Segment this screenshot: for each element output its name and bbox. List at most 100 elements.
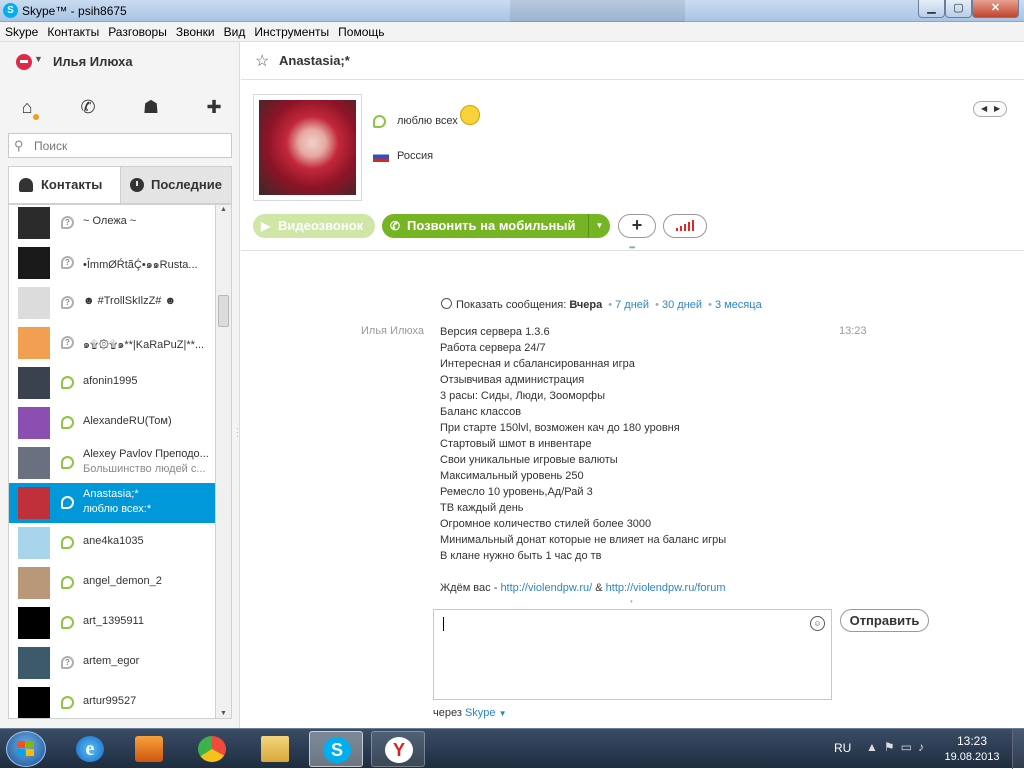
message-time: 13:23 <box>839 325 867 337</box>
contact-list-item[interactable]: ? ☻ #TrollSkIlzZ# ☻ <box>9 283 215 323</box>
favorite-star-icon[interactable]: ☆ <box>255 51 269 71</box>
avatar <box>18 487 50 519</box>
call-quality-button[interactable] <box>663 214 707 238</box>
menu-help[interactable]: Помощь <box>334 22 388 42</box>
profile-nav-arrows[interactable]: ◀ ▶ <box>973 101 1007 117</box>
search-box[interactable]: ⚲ <box>8 133 232 158</box>
clock-time[interactable]: 13:23 <box>940 734 1004 748</box>
menu-skype[interactable]: Skype <box>1 22 42 42</box>
send-via-selector[interactable]: через Skype ▼ <box>433 707 507 719</box>
chevron-down-icon[interactable]: ▼ <box>499 709 507 718</box>
contact-name: afonin1995 <box>83 375 138 387</box>
contact-list-item[interactable]: Anastasia;* люблю всех:* <box>9 483 215 523</box>
contact-list-scrollbar[interactable]: ▲ ▼ <box>216 204 232 719</box>
online-status-icon <box>61 376 74 389</box>
contact-list-item[interactable]: AlexandeRU(Том) <box>9 403 215 443</box>
contact-list-item[interactable]: ? ๑۩۞۩๑**|KaRaPuZ|**... <box>9 323 215 363</box>
avatar <box>18 247 50 279</box>
scroll-down-icon[interactable]: ▼ <box>216 710 231 717</box>
video-call-button[interactable]: ▶ Видеозвонок <box>253 214 375 238</box>
tray-icons[interactable]: ▲⚑▭♪ <box>866 740 930 754</box>
language-indicator[interactable]: RU <box>834 741 851 755</box>
history-30-days-link[interactable]: 30 дней <box>662 299 702 311</box>
taskbar-ie[interactable]: e <box>63 731 117 767</box>
add-button[interactable]: + <box>618 214 656 238</box>
via-value[interactable]: Skype <box>465 707 496 719</box>
menu-contacts[interactable]: Контакты <box>43 22 103 42</box>
text-cursor <box>443 617 444 631</box>
title-bar[interactable]: S Skype™ - psih8675 ▁ ▢ ✕ <box>0 0 1024 22</box>
input-resize-handle[interactable]: • <box>630 597 633 606</box>
plus-icon: + <box>631 215 643 235</box>
forum-link[interactable]: http://violendpw.ru/forum <box>606 582 726 594</box>
panel-splitter[interactable]: · · · <box>236 425 239 441</box>
minimize-button[interactable]: ▁ <box>918 0 945 18</box>
message-line: Ремесло 10 уровень,Ад/Рай 3 <box>440 486 593 498</box>
contact-list-item[interactable]: ? ~ Олежа ~ <box>9 205 215 243</box>
unknown-status-icon: ? <box>61 336 74 349</box>
contact-name: AlexandeRU(Том) <box>83 415 172 427</box>
windows-taskbar: e S Y RU ▲⚑▭♪ 13:23 19.08.2013 <box>0 728 1024 769</box>
contact-list-item[interactable]: ane4ka1035 <box>9 523 215 563</box>
taskbar-skype[interactable]: S <box>309 731 363 767</box>
group-icon[interactable]: ☗ <box>139 96 163 118</box>
tab-contacts[interactable]: Контакты <box>9 167 120 203</box>
unknown-status-icon: ? <box>61 296 74 309</box>
menu-conversations[interactable]: Разговоры <box>104 22 171 42</box>
taskbar-explorer[interactable] <box>248 731 302 767</box>
add-contact-icon[interactable]: ✚ <box>202 96 226 118</box>
conversation-header: ☆ Anastasia;* <box>241 42 1024 80</box>
windows-logo-icon <box>17 741 35 757</box>
taskbar-browser[interactable] <box>185 731 239 767</box>
message-line-links: Ждём вас - http://violendpw.ru/ & http:/… <box>440 580 840 596</box>
send-button[interactable]: Отправить <box>840 609 929 632</box>
scroll-up-icon[interactable]: ▲ <box>216 206 231 213</box>
history-3-months-link[interactable]: 3 месяца <box>715 299 762 311</box>
phone-icon[interactable]: ✆ <box>76 96 100 118</box>
message-input[interactable]: ☺ <box>433 609 832 700</box>
contact-list-item[interactable]: angel_demon_2 <box>9 563 215 603</box>
maximize-button[interactable]: ▢ <box>945 0 972 18</box>
menu-calls[interactable]: Звонки <box>172 22 219 42</box>
menu-view[interactable]: Вид <box>220 22 250 42</box>
search-input[interactable] <box>34 137 224 155</box>
do-not-disturb-status-icon[interactable] <box>16 54 32 70</box>
taskbar-media-player[interactable] <box>122 731 176 767</box>
call-mobile-label: Позвонить на мобильный <box>407 218 576 233</box>
contact-avatar[interactable] <box>253 94 362 201</box>
history-7-days-link[interactable]: 7 дней <box>615 299 649 311</box>
contact-name: ~ Олежа ~ <box>83 215 137 227</box>
user-status-row[interactable]: ▼ Илья Илюха <box>0 42 240 82</box>
contact-list-item[interactable]: afonin1995 <box>9 363 215 403</box>
taskbar-yandex[interactable]: Y <box>371 731 425 767</box>
chevron-down-icon[interactable]: ▼ <box>588 214 610 238</box>
russia-flag-icon <box>373 151 389 162</box>
scrollbar-thumb[interactable] <box>218 295 229 327</box>
avatar <box>18 567 50 599</box>
clock-date[interactable]: 19.08.2013 <box>940 751 1004 763</box>
call-mobile-button[interactable]: ✆ Позвонить на мобильный ▼ <box>382 214 610 238</box>
contact-list-item[interactable]: artur99527 <box>9 683 215 718</box>
contact-list-item[interactable]: Alexey Pavlov Преподо... Большинство люде… <box>9 443 215 483</box>
contact-list-item[interactable]: art_1395911 <box>9 603 215 643</box>
contact-mood: Большинство людей с... <box>83 463 206 475</box>
show-desktop-button[interactable] <box>1012 729 1024 769</box>
contact-list-item[interactable]: ? •ȊmmØŔtãḈ•๑๑Rustа... <box>9 243 215 283</box>
emoticon-icon[interactable]: ☺ <box>810 616 825 631</box>
user-name[interactable]: Илья Илюха <box>53 54 133 69</box>
online-status-icon <box>373 115 386 128</box>
contact-name: •ȊmmØŔtãḈ•๑๑Rustа... <box>83 259 198 271</box>
contact-name: ane4ka1035 <box>83 535 144 547</box>
arrow-left-icon[interactable]: ◀ <box>981 104 987 113</box>
chevron-down-icon[interactable]: ▼ <box>34 54 43 64</box>
tab-recent[interactable]: Последние <box>120 167 231 203</box>
arrow-right-icon[interactable]: ▶ <box>994 104 1000 113</box>
start-button[interactable] <box>6 731 46 767</box>
contact-list-item[interactable]: ? artem_egor <box>9 643 215 683</box>
internet-explorer-icon: e <box>76 736 104 762</box>
close-button[interactable]: ✕ <box>972 0 1019 18</box>
signal-bar-icon <box>692 220 694 231</box>
menu-tools[interactable]: Инструменты <box>250 22 333 42</box>
signal-bar-icon <box>684 224 686 231</box>
site-link[interactable]: http://violendpw.ru/ <box>500 582 592 594</box>
